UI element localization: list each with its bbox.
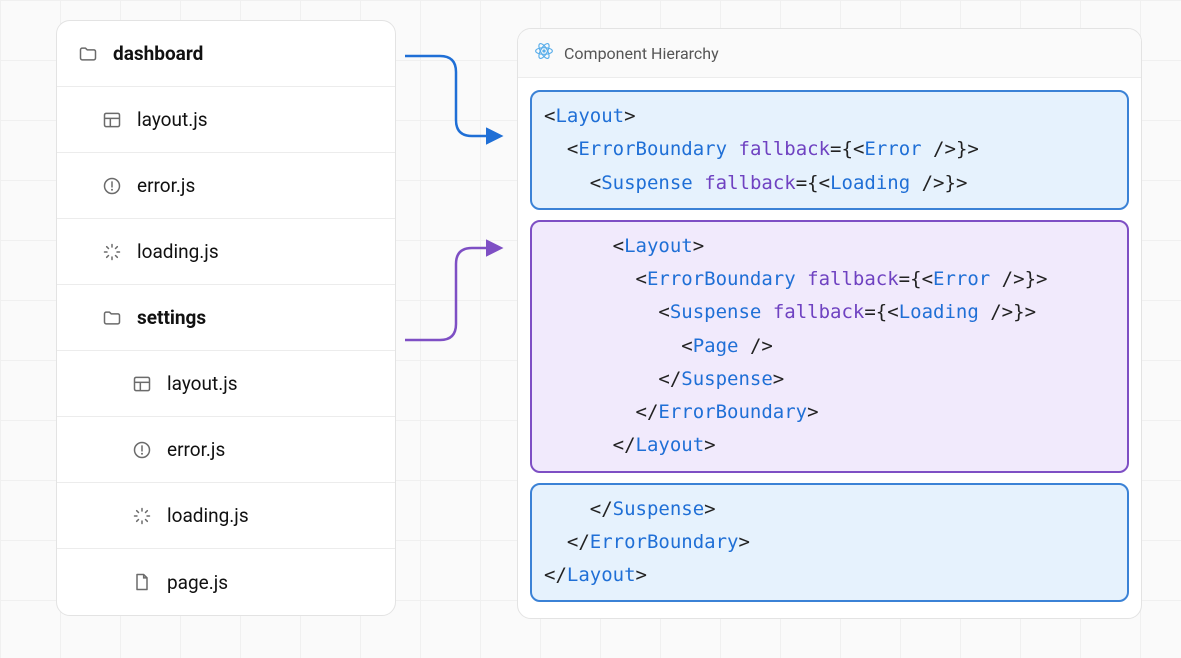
code-line: <Suspense fallback={<Loading />}>	[544, 167, 1115, 200]
file-row-loading-js: loading.js	[57, 219, 395, 285]
file-label: error.js	[137, 174, 195, 197]
react-icon	[534, 41, 554, 65]
code-line: </Suspense>	[544, 363, 1115, 396]
spinner-icon	[101, 241, 123, 263]
code-line: </Layout>	[544, 429, 1115, 462]
code-block-blue-2: </Suspense> </ErrorBoundary></Layout>	[530, 483, 1129, 603]
file-label: settings	[137, 306, 206, 329]
file-label: loading.js	[167, 504, 249, 527]
file-label: layout.js	[137, 108, 208, 131]
layout-icon	[131, 373, 153, 395]
code-line: <Layout>	[544, 230, 1115, 263]
code-line: </Suspense>	[544, 493, 1115, 526]
code-line: <Layout>	[544, 100, 1115, 133]
file-tree-panel: dashboard layout.js error.js loading.js sett…	[56, 20, 396, 616]
code-line: </ErrorBoundary>	[544, 396, 1115, 429]
file-row-error-js: error.js	[57, 153, 395, 219]
file-row-error-js: error.js	[57, 417, 395, 483]
folder-icon	[101, 307, 123, 329]
component-hierarchy-body: <Layout> <ErrorBoundary fallback={<Error…	[518, 78, 1141, 618]
file-label: dashboard	[113, 42, 203, 65]
layout-icon	[101, 109, 123, 131]
file-row-layout-js: layout.js	[57, 351, 395, 417]
file-label: error.js	[167, 438, 225, 461]
file-row-layout-js: layout.js	[57, 87, 395, 153]
code-line: </ErrorBoundary>	[544, 526, 1115, 559]
file-label: page.js	[167, 571, 228, 594]
spinner-icon	[131, 505, 153, 527]
code-line: </Layout>	[544, 559, 1115, 592]
code-block-blue-0: <Layout> <ErrorBoundary fallback={<Error…	[530, 90, 1129, 210]
component-hierarchy-header: Component Hierarchy	[518, 29, 1141, 78]
code-line: <Suspense fallback={<Loading />}>	[544, 296, 1115, 329]
folder-icon	[77, 43, 99, 65]
error-icon	[131, 439, 153, 461]
component-hierarchy-panel: Component Hierarchy <Layout> <ErrorBound…	[517, 28, 1142, 619]
file-row-settings: settings	[57, 285, 395, 351]
component-hierarchy-title: Component Hierarchy	[564, 44, 719, 63]
code-line: <Page />	[544, 330, 1115, 363]
error-icon	[101, 175, 123, 197]
arrow-dashboard-to-outer	[405, 56, 500, 136]
file-label: layout.js	[167, 372, 238, 395]
file-row-dashboard: dashboard	[57, 21, 395, 87]
file-label: loading.js	[137, 240, 219, 263]
code-line: <ErrorBoundary fallback={<Error />}>	[544, 263, 1115, 296]
code-line: <ErrorBoundary fallback={<Error />}>	[544, 133, 1115, 166]
file-row-page-js: page.js	[57, 549, 395, 615]
file-row-loading-js: loading.js	[57, 483, 395, 549]
arrow-settings-to-inner	[405, 248, 500, 340]
file-icon	[131, 571, 153, 593]
code-block-purple-1: <Layout> <ErrorBoundary fallback={<Error…	[530, 220, 1129, 473]
